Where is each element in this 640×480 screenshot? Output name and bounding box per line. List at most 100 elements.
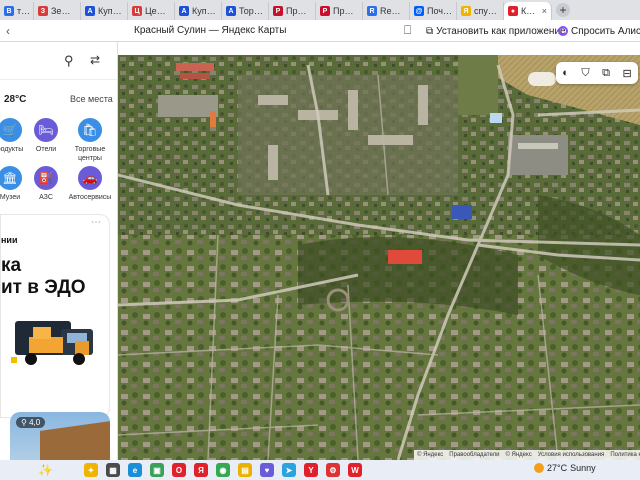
tray-temperature: 27°C	[547, 463, 568, 473]
place-card[interactable]: ⚲ 4,0	[10, 412, 110, 460]
category-icon: 🛒	[0, 118, 22, 142]
new-tab-button[interactable]: +	[556, 3, 570, 17]
route-icon[interactable]: ⇄	[90, 53, 100, 67]
category-icon: 🛍	[78, 118, 102, 142]
sidebar: ⚲ ⇄ 28°C Все места 🛒родукты🛏Отели🛍Торгов…	[0, 42, 118, 460]
category-button[interactable]: 🛏 Отели	[24, 118, 68, 154]
start-sparkle-icon[interactable]: ✨	[38, 463, 53, 477]
taskbar-app-icon[interactable]: e	[128, 463, 142, 477]
ad-menu-icon[interactable]: ⋯	[91, 217, 101, 228]
satellite-imagery	[118, 55, 640, 460]
taskbar-app-icon[interactable]: ♥	[260, 463, 274, 477]
install-app-label: Установить как приложение	[436, 25, 566, 37]
tab-favicon-icon: A	[179, 6, 189, 16]
page-title: Красный Сулин — Яндекс Карты	[134, 25, 287, 36]
tab-label: Крас	[521, 6, 537, 16]
truck-illustration	[11, 321, 93, 365]
panorama-icon[interactable]: ⛉	[581, 67, 589, 80]
browser-tab[interactable]: @Почта М	[410, 2, 457, 20]
layers-icon[interactable]: ◐	[562, 67, 569, 79]
advertisement-banner[interactable]: ⋯ нии ка ит в ЭДО	[0, 214, 110, 418]
tab-label: спутник	[474, 6, 499, 16]
browser-tab[interactable]: PПротоко	[316, 2, 363, 20]
browser-tab-strip: Bт банкрЗЗемельAКупитьЦЦентр дAКупитьAТо…	[0, 0, 640, 20]
back-arrow-icon[interactable]: ‹	[0, 24, 16, 38]
taskbar-app-icon[interactable]: ➤	[282, 463, 296, 477]
tab-favicon-icon: @	[414, 6, 424, 16]
copyright-link[interactable]: © Яндекс	[505, 452, 531, 458]
tab-favicon-icon: Я	[461, 6, 471, 16]
map-type-toggle[interactable]	[528, 72, 556, 86]
ad-headline-line1: ка	[1, 255, 22, 276]
ad-headline-line2: ит в ЭДО	[1, 277, 86, 298]
tab-label: т банкр	[17, 6, 29, 16]
browser-tab[interactable]: Bт банкр	[0, 2, 34, 20]
ask-alice-label: Спросить Алису А	[571, 25, 640, 37]
tab-label: Земель	[51, 6, 76, 16]
install-app-button[interactable]: ⧉ Установить как приложение	[426, 23, 566, 39]
browser-tab[interactable]: ЦЦентр д	[128, 2, 175, 20]
ad-subtitle: нии	[1, 235, 18, 245]
search-icon[interactable]: ⚲	[64, 53, 74, 69]
windows-taskbar: ✨ 27°C Sunny ✦ ▦ e ▣ O Я ◉ ▤ ♥ ➤ Y ⚙ W	[0, 460, 640, 480]
camera-icon[interactable]: ⧉	[602, 67, 610, 80]
tab-label: Центр д	[145, 6, 170, 16]
ask-alice-button[interactable]: Спросить Алису А	[558, 23, 640, 39]
copyright-link[interactable]: © Яндекс	[417, 452, 443, 458]
map-controls: ◐ ⛉ ⧉ ⊟	[556, 62, 638, 84]
category-button[interactable]: ⛽ АЗС	[24, 166, 68, 202]
tab-label: Купить	[192, 6, 217, 16]
tab-favicon-icon: P	[320, 6, 330, 16]
tab-favicon-icon: A	[226, 6, 236, 16]
install-icon: ⧉	[426, 25, 434, 37]
map-pin-favicon-icon: ●	[508, 6, 518, 16]
browser-tab-active[interactable]: ●Крас ×	[504, 2, 552, 20]
category-button[interactable]: 🛍 Торговые центры	[68, 118, 112, 163]
taskbar-app-icon[interactable]: ▦	[106, 463, 120, 477]
copyright-link[interactable]: Политика конфиде	[610, 452, 640, 458]
category-button[interactable]: 🚗 Автосервисы	[68, 166, 112, 202]
tab-label: Протоко	[286, 6, 311, 16]
category-label: Автосервисы	[68, 194, 112, 201]
satellite-map[interactable]	[118, 55, 640, 460]
category-label: АЗС	[39, 194, 53, 201]
close-tab-icon[interactable]: ×	[542, 6, 547, 16]
category-icon: 🚗	[78, 166, 102, 190]
browser-tab[interactable]: ЗЗемель	[34, 2, 81, 20]
taskbar-app-icon[interactable]: ▤	[238, 463, 252, 477]
tab-label: Торги п	[239, 6, 264, 16]
taskbar-app-icon[interactable]: ⚙	[326, 463, 340, 477]
all-places-link[interactable]: Все места	[70, 94, 113, 104]
taskbar-app-icon[interactable]: Я	[194, 463, 208, 477]
tab-favicon-icon: B	[4, 6, 14, 16]
transport-icon[interactable]: ⊟	[623, 67, 632, 80]
browser-tab[interactable]: RReuters	[363, 2, 410, 20]
copyright-link[interactable]: Условия использования	[538, 452, 605, 458]
category-label: Торговые центры	[74, 146, 106, 162]
weather-temperature: 28°C	[4, 94, 27, 105]
bookmark-icon[interactable]: ⎕	[404, 23, 411, 38]
browser-tab[interactable]: AКупить	[81, 2, 128, 20]
rating-badge: ⚲ 4,0	[16, 417, 46, 428]
browser-tab[interactable]: AТорги п	[222, 2, 269, 20]
taskbar-app-icon[interactable]: ◉	[216, 463, 230, 477]
browser-tab[interactable]: Яспутник	[457, 2, 504, 20]
taskbar-app-icon[interactable]: W	[348, 463, 362, 477]
place-photo	[40, 421, 110, 460]
taskbar-app-icon[interactable]: Y	[304, 463, 318, 477]
copyright-link[interactable]: Правообладатели	[449, 452, 499, 458]
tab-favicon-icon: Ц	[132, 6, 142, 16]
taskbar-app-icon[interactable]: O	[172, 463, 186, 477]
tab-label: Reuters	[380, 6, 405, 16]
category-icon: ⛽	[34, 166, 58, 190]
tab-favicon-icon: P	[273, 6, 283, 16]
title-bar: ‹ Красный Сулин — Яндекс Карты ⎕ ⧉ Устан…	[0, 20, 640, 42]
taskbar-app-icon[interactable]: ▣	[150, 463, 164, 477]
system-tray: 27°C Sunny	[534, 463, 596, 473]
taskbar-app-icon[interactable]: ✦	[84, 463, 98, 477]
category-icon: 🛏	[34, 118, 58, 142]
browser-tab[interactable]: PПротоко	[269, 2, 316, 20]
tab-favicon-icon: R	[367, 6, 377, 16]
browser-tab[interactable]: AКупить	[175, 2, 222, 20]
alice-icon	[558, 26, 568, 36]
